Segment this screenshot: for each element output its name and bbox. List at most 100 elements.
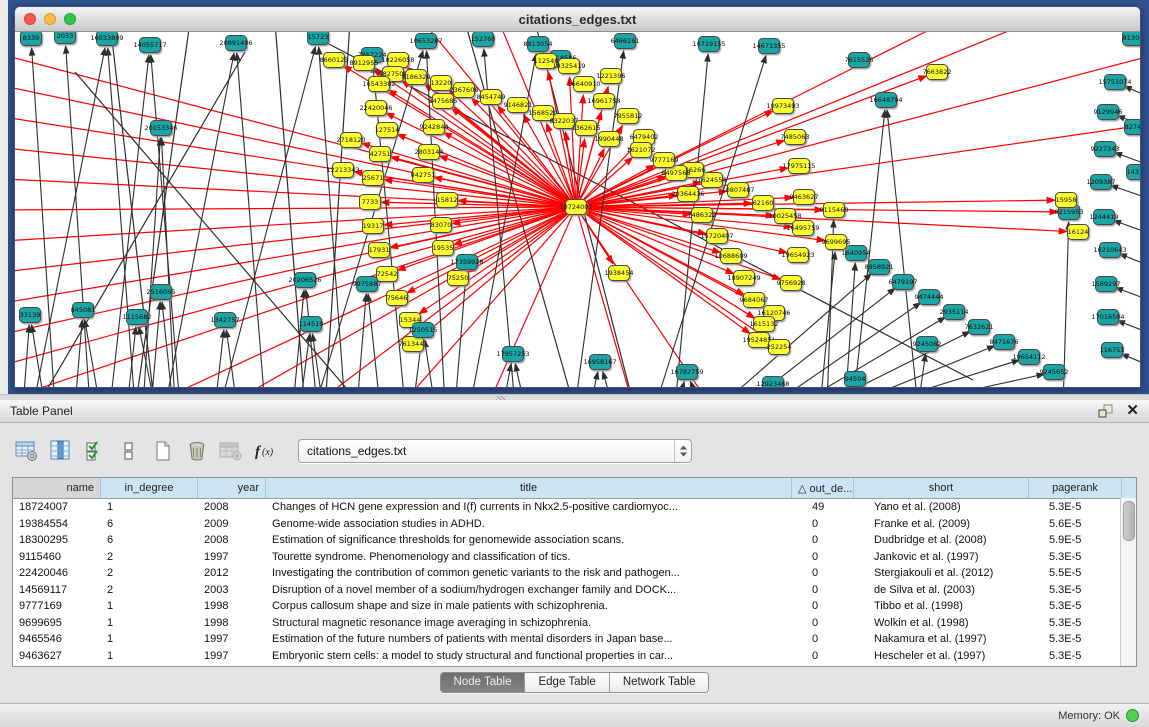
graph-node[interactable]: 10653287 — [409, 34, 442, 49]
graph-node[interactable]: 7485063 — [781, 130, 810, 145]
zoom-window-button[interactable] — [64, 13, 76, 25]
column-header-pagerank[interactable]: pagerank — [1029, 478, 1122, 498]
table-cell[interactable]: 9699695 — [13, 617, 101, 629]
table-cell[interactable]: 1998 — [198, 617, 266, 629]
graph-node[interactable]: 2718120 — [337, 133, 366, 148]
graph-node[interactable]: 9227343 — [1091, 142, 1120, 157]
graph-node[interactable]: 2367608 — [450, 83, 479, 98]
graph-node[interactable]: 6479197 — [889, 275, 918, 290]
table-cell[interactable]: 2008 — [198, 501, 266, 513]
table-cell[interactable]: Dudbridge et al. (2008) — [868, 534, 1043, 546]
table-row[interactable]: 1938455462009Genome-wide association stu… — [13, 516, 1136, 533]
graph-node[interactable]: 1990448 — [595, 132, 624, 147]
graph-node[interactable]: 75646 — [387, 291, 408, 306]
graph-node[interactable]: 20153346 — [144, 121, 177, 136]
row-height-icon[interactable] — [114, 438, 144, 464]
graph-node[interactable]: 1221396 — [597, 69, 626, 84]
select-rows-icon[interactable] — [80, 438, 110, 464]
network-graph[interactable]: 8339203316033809140557172089140615723785… — [15, 32, 1140, 387]
graph-node[interactable]: 16782759 — [670, 365, 703, 380]
graph-node[interactable]: 1589297 — [1092, 277, 1121, 292]
graph-node[interactable]: 16033809 — [90, 32, 123, 46]
table-cell[interactable]: 2 — [101, 551, 198, 563]
table-cell[interactable]: 0 — [806, 584, 868, 596]
graph-node[interactable]: 81305 — [1123, 32, 1141, 46]
table-cell[interactable]: 14569117 — [13, 584, 101, 596]
graph-node[interactable]: 8813054 — [524, 37, 553, 52]
scrollbar-thumb[interactable] — [1123, 501, 1135, 541]
table-cell[interactable]: 9777169 — [13, 600, 101, 612]
graph-node[interactable]: 17975115 — [782, 159, 815, 174]
graph-node[interactable]: 2033 — [55, 32, 76, 44]
graph-node[interactable]: 9756928 — [777, 276, 806, 291]
graph-node[interactable]: 17016504 — [1091, 310, 1124, 325]
graph-node[interactable]: 14315 — [1127, 165, 1141, 180]
graph-node[interactable]: 19317 — [363, 219, 384, 234]
table-cell[interactable]: 9463627 — [13, 650, 101, 662]
table-cell[interactable]: 1 — [101, 633, 198, 645]
graph-node[interactable]: 127514 — [375, 123, 400, 138]
graph-node[interactable]: 9463627 — [790, 190, 819, 205]
graph-node[interactable]: 19535 — [433, 241, 454, 256]
graph-node[interactable]: 8186328 — [402, 70, 431, 85]
table-cell[interactable]: Yano et al. (2008) — [868, 501, 1043, 513]
column-header-short[interactable]: short — [854, 478, 1029, 498]
graph-node[interactable]: 1244419 — [1090, 210, 1119, 225]
table-cell[interactable]: 0 — [806, 617, 868, 629]
table-vertical-scrollbar[interactable] — [1120, 498, 1136, 666]
graph-node[interactable]: 82744 — [1125, 120, 1141, 135]
table-row[interactable]: 1830029562008Estimation of significance … — [13, 532, 1136, 549]
table-cell[interactable]: 1997 — [198, 551, 266, 563]
table-cell[interactable]: 6 — [101, 534, 198, 546]
table-row[interactable]: 1872400712008Changes of HCN gene express… — [13, 499, 1136, 516]
table-cell[interactable]: 1998 — [198, 600, 266, 612]
graph-node[interactable]: 8660123 — [320, 53, 349, 68]
close-window-button[interactable] — [24, 13, 36, 25]
graph-node[interactable]: 7613447 — [399, 337, 428, 352]
graph-node[interactable]: 3475685 — [429, 94, 458, 109]
table-cell[interactable]: Genome-wide association studies in ADHD. — [266, 518, 806, 530]
graph-node[interactable]: 9245082 — [913, 337, 942, 352]
graph-node[interactable]: 16124 — [1068, 225, 1089, 240]
table-row[interactable]: 1456911722003Disruption of a novel membe… — [13, 582, 1136, 599]
graph-node[interactable]: 8912955 — [350, 56, 379, 71]
column-header-name[interactable]: name — [13, 478, 101, 498]
table-cell[interactable]: 2008 — [198, 534, 266, 546]
table-cell[interactable]: Embryonic stem cells: a model to study s… — [266, 650, 806, 662]
table-cell[interactable]: 1 — [101, 501, 198, 513]
column-header-in_degree[interactable]: in_degree — [101, 478, 198, 498]
graph-node[interactable]: 9777169 — [650, 153, 679, 168]
table-cell[interactable]: Tibbo et al. (1998) — [868, 600, 1043, 612]
new-table-icon[interactable] — [148, 438, 178, 464]
tab-network-table[interactable]: Network Table — [609, 673, 709, 692]
column-header-title[interactable]: title — [266, 478, 792, 498]
table-cell[interactable]: Changes of HCN gene expression and I(f) … — [266, 501, 806, 513]
graph-node[interactable]: 1362615 — [572, 121, 601, 136]
table-cell[interactable]: Tourette syndrome. Phenomenology and cla… — [266, 551, 806, 563]
table-cell[interactable]: Jankovic et al. (1997) — [868, 551, 1043, 563]
graph-node[interactable]: 8339 — [21, 32, 42, 46]
graph-node[interactable]: 19654923 — [781, 248, 814, 263]
table-cell[interactable]: 2009 — [198, 518, 266, 530]
table-cell[interactable]: 0 — [806, 551, 868, 563]
graph-node[interactable]: 2516065 — [147, 285, 176, 300]
graph-node[interactable]: 845081 — [71, 303, 96, 318]
graph-node[interactable]: 1115682 — [123, 310, 152, 325]
table-cell[interactable]: Structural magnetic resonance image aver… — [266, 617, 806, 629]
table-cell[interactable]: 0 — [806, 650, 868, 662]
table-cell[interactable]: Wolkin et al. (1998) — [868, 617, 1043, 629]
graph-node[interactable]: 2803144 — [415, 145, 444, 160]
graph-node[interactable]: 9129946 — [1094, 105, 1123, 120]
table-cell[interactable]: 2003 — [198, 584, 266, 596]
table-cell[interactable]: 2 — [101, 584, 198, 596]
graph-node[interactable]: 15812 — [437, 193, 458, 208]
graph-node[interactable]: 9474444 — [915, 290, 944, 305]
table-cell[interactable]: 18724007 — [13, 501, 101, 513]
table-cell[interactable]: 0 — [806, 600, 868, 612]
graph-node[interactable]: 7632621 — [965, 320, 994, 335]
table-cell[interactable]: 1997 — [198, 650, 266, 662]
graph-node[interactable]: 1209387 — [1087, 175, 1116, 190]
graph-node[interactable]: 14055717 — [133, 38, 166, 53]
graph-node[interactable]: 25671 — [363, 171, 384, 186]
table-options-icon[interactable] — [12, 438, 42, 464]
